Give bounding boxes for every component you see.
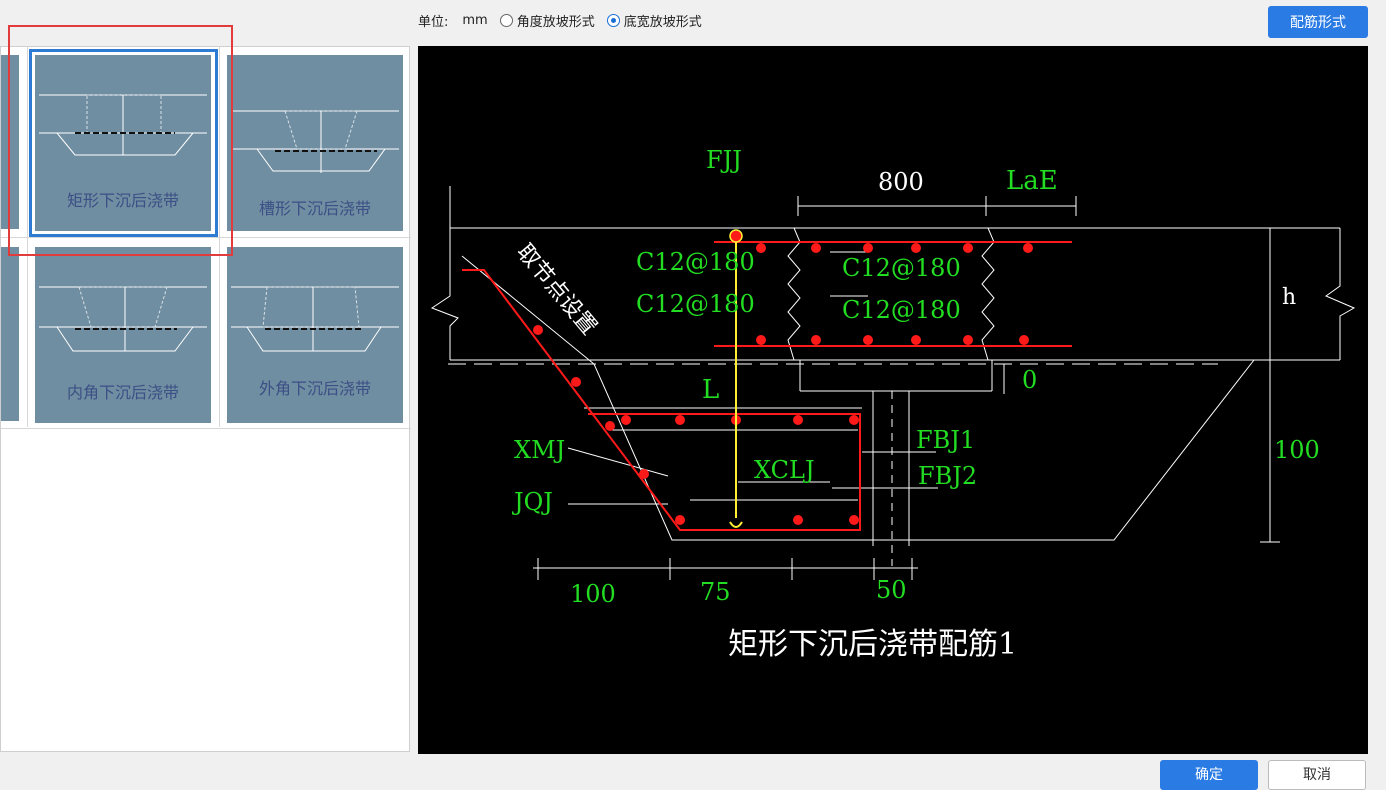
cancel-button[interactable]: 取消: [1268, 760, 1366, 790]
label-fbj2: FBJ2: [918, 462, 977, 490]
label-L: L: [702, 375, 719, 405]
thumbnail-outer-diagram: [231, 286, 399, 352]
label-xmj: XMJ: [514, 436, 565, 464]
thumbnail-outer-corner-sunken[interactable]: 外角下沉后浇带: [227, 247, 403, 423]
rebar-form-button[interactable]: 配筋形式: [1268, 6, 1368, 38]
thumbnail-trough-diagram: [231, 110, 399, 173]
label-fbj1: FBJ1: [916, 426, 975, 454]
thumbnail-inner-corner-sunken[interactable]: 内角下沉后浇带: [35, 247, 211, 423]
radio-width-slope[interactable]: 底宽放坡形式: [606, 11, 702, 30]
label-100-bottom: 100: [570, 580, 616, 608]
label-100-right: 100: [1274, 436, 1320, 464]
label-800: 800: [878, 168, 924, 196]
thumbnail-trough-sunken[interactable]: 槽形下沉后浇带: [227, 55, 403, 231]
label-c12-right-bottom: C12@180: [842, 296, 961, 324]
highlight-annotation-box: [8, 25, 233, 256]
label-zero: 0: [1022, 366, 1037, 394]
thumbnail-partial[interactable]: [1, 247, 19, 421]
thumbnail-label: 槽形下沉后浇带: [258, 199, 371, 218]
radio-angle-indicator[interactable]: [499, 13, 513, 27]
label-jqj: JQJ: [511, 488, 553, 516]
thumbnail-label: 内角下沉后浇带: [66, 383, 179, 402]
detail-drawing: FJJ 800 LaE C12@180 C12@180 C12@180 C12@…: [430, 146, 1356, 662]
unit-toolbar: 单位: mm 角度放坡形式 底宽放坡形式: [418, 8, 702, 32]
radio-width-label: 底宽放坡形式: [623, 14, 702, 30]
ok-button[interactable]: 确定: [1160, 760, 1258, 790]
label-50: 50: [876, 576, 907, 604]
unit-value: mm: [462, 12, 488, 28]
label-xclj: XCLJ: [754, 456, 815, 484]
thumbnail-label: 外角下沉后浇带: [258, 379, 371, 398]
detail-drawing-canvas: FJJ 800 LaE C12@180 C12@180 C12@180 C12@…: [418, 46, 1368, 754]
radio-width-indicator[interactable]: [606, 13, 620, 27]
thumbnail-inner-diagram: [39, 286, 207, 352]
grid-divider: [1, 428, 411, 429]
label-c12-left-bottom: C12@180: [636, 290, 755, 318]
unit-label: 单位:: [418, 14, 449, 30]
drawing-title: 矩形下沉后浇带配筋1: [728, 627, 1017, 662]
label-c12-left-top: C12@180: [636, 248, 755, 276]
radio-angle-slope[interactable]: 角度放坡形式: [499, 11, 595, 30]
label-lae: LaE: [1006, 166, 1058, 196]
label-h: h: [1282, 285, 1296, 310]
label-75: 75: [700, 578, 731, 606]
radio-angle-label: 角度放坡形式: [516, 14, 595, 30]
label-c12-right-top: C12@180: [842, 254, 961, 282]
label-fjj: FJJ: [706, 146, 742, 174]
